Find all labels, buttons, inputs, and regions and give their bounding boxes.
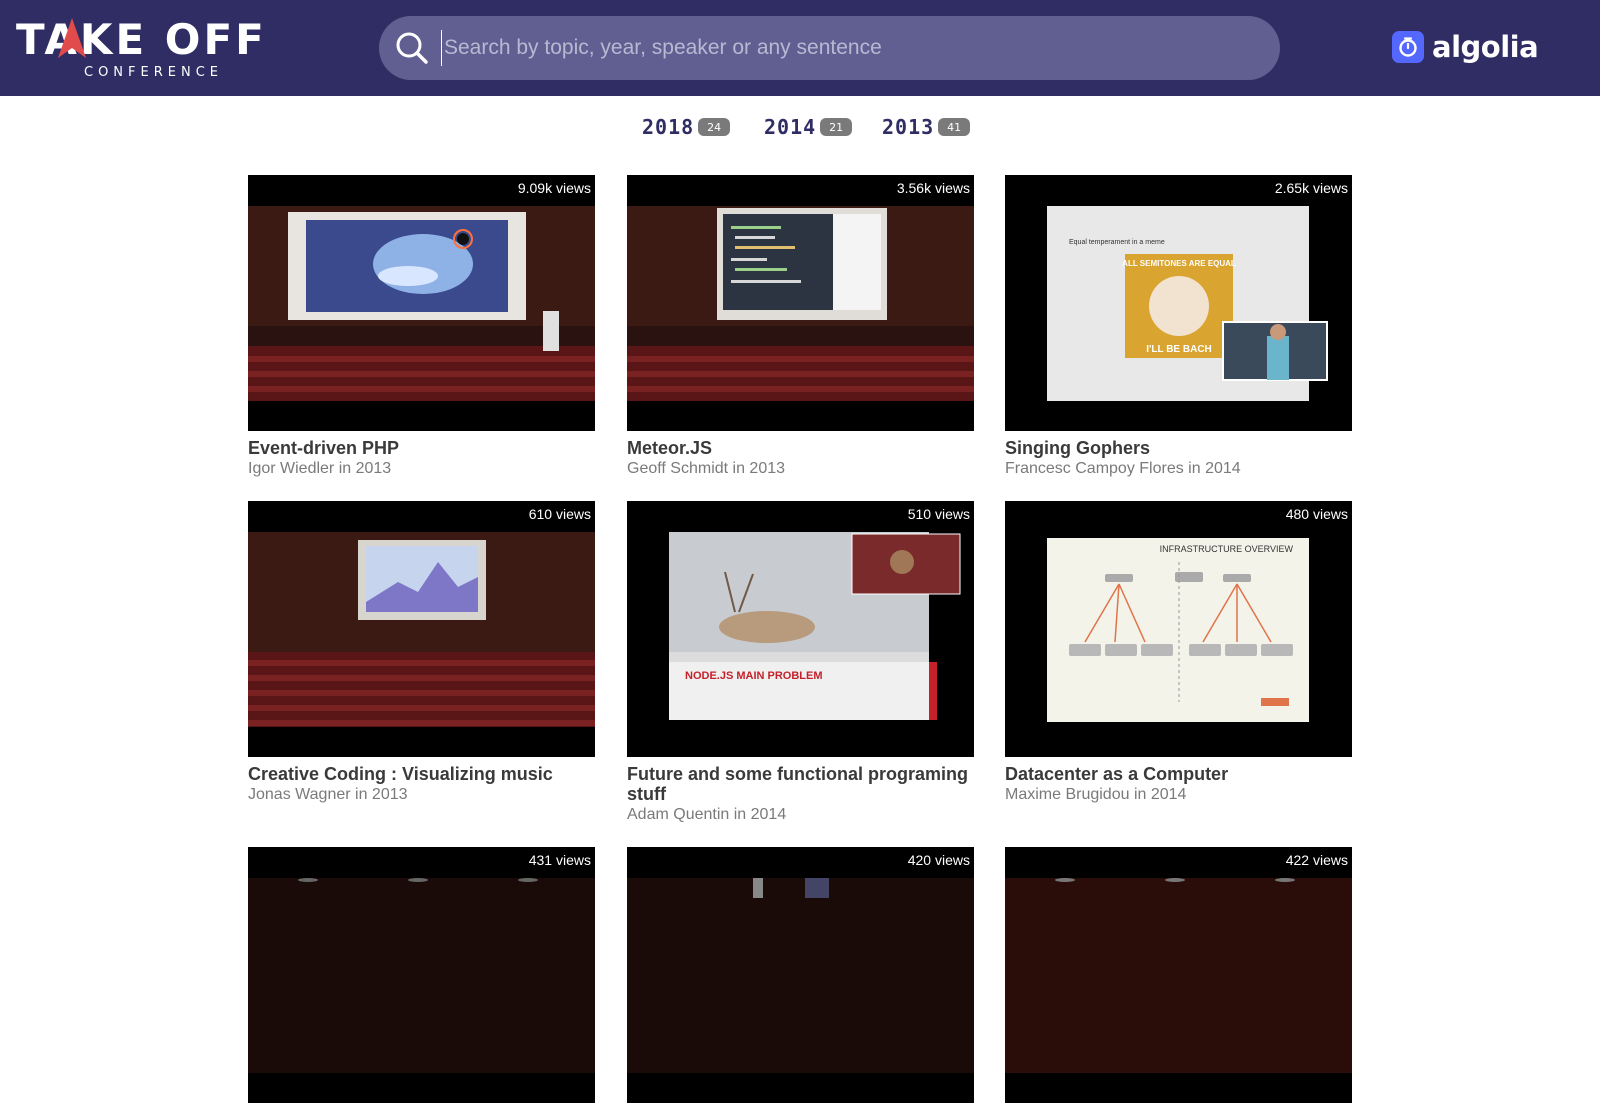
- auditorium-galaxy-image: [248, 206, 595, 401]
- auditorium-code-image: [627, 206, 974, 401]
- year-label: 2014: [764, 115, 817, 139]
- view-count: 610 views: [528, 506, 591, 522]
- algolia-wordmark: algolia: [1432, 30, 1539, 64]
- talk-title[interactable]: Datacenter as a Computer: [1005, 764, 1352, 784]
- talk-thumbnail[interactable]: 422 views: [1005, 847, 1352, 1103]
- dark-stage-image: [1005, 878, 1352, 1073]
- dark-stage-image: [248, 878, 595, 1073]
- talk-thumbnail[interactable]: 610 views: [248, 501, 595, 757]
- slide-caption-bottom: I'LL BE BACH: [1146, 344, 1212, 355]
- talk-title[interactable]: Creative Coding : Visualizing music: [248, 764, 595, 784]
- logo-main-text: TAKE OFF: [16, 15, 267, 64]
- view-count: 2.65k views: [1274, 180, 1348, 196]
- slide-infra-image: INFRASTRUCTURE OVERVIEW: [1005, 532, 1352, 727]
- year-filter-2018[interactable]: 2018 24: [642, 112, 731, 142]
- view-count: 480 views: [1285, 506, 1348, 522]
- talk-title[interactable]: Meteor.JS: [627, 438, 974, 458]
- takeoff-logo-mark: TAKE OFF CONFERENCE: [16, 15, 267, 80]
- talk-speaker-year: Igor Wiedler in 2013: [248, 460, 392, 477]
- talk-title[interactable]: Singing Gophers: [1005, 438, 1352, 458]
- year-label: 2013: [882, 115, 935, 139]
- talk-thumbnail[interactable]: 9.09k views: [248, 175, 595, 431]
- talk-thumbnail[interactable]: Equal temperament in a meme ALL SEMITONE…: [1005, 175, 1352, 431]
- talk-thumbnail[interactable]: 420 views: [627, 847, 974, 1103]
- talk-title[interactable]: Event-driven PHP: [248, 438, 595, 458]
- search-input[interactable]: [441, 30, 1261, 66]
- search-bar[interactable]: [379, 16, 1280, 80]
- slide-deer-image: NODE.JS MAIN PROBLEM: [627, 532, 974, 727]
- talk-title[interactable]: Future and some functional programing st…: [627, 764, 974, 804]
- stopwatch-icon: [1392, 31, 1424, 63]
- view-count: 431 views: [528, 852, 591, 868]
- talk-thumbnail[interactable]: 3.56k views: [627, 175, 974, 431]
- talk-speaker-year: Francesc Campoy Flores in 2014: [1005, 460, 1241, 477]
- year-filter-2013[interactable]: 2013 41: [882, 112, 971, 142]
- talk-speaker-year: Geoff Schmidt in 2013: [627, 460, 786, 477]
- view-count: 420 views: [907, 852, 970, 868]
- talk-speaker-year: Maxime Brugidou in 2014: [1005, 786, 1187, 803]
- year-filter-2014[interactable]: 2014 21: [764, 112, 853, 142]
- year-count-badge: 21: [820, 118, 853, 136]
- talk-thumbnail[interactable]: 431 views: [248, 847, 595, 1103]
- slide-heading: INFRASTRUCTURE OVERVIEW: [1160, 544, 1294, 554]
- year-label: 2018: [642, 115, 695, 139]
- view-count: 3.56k views: [896, 180, 970, 196]
- view-count: 510 views: [907, 506, 970, 522]
- slide-heading: Equal temperament in a meme: [1069, 239, 1165, 246]
- year-count-badge: 41: [938, 118, 971, 136]
- takeoff-logo[interactable]: TAKE OFF CONFERENCE: [16, 14, 300, 80]
- slide-caption: NODE.JS MAIN PROBLEM: [685, 670, 823, 682]
- talk-thumbnail[interactable]: NODE.JS MAIN PROBLEM 510 views: [627, 501, 974, 757]
- talk-thumbnail[interactable]: INFRASTRUCTURE OVERVIEW 480 views: [1005, 501, 1352, 757]
- year-count-badge: 24: [698, 118, 731, 136]
- year-filter: 2018 24 2014 21 2013 41: [0, 112, 1600, 142]
- talk-speaker-year: Jonas Wagner in 2013: [248, 786, 408, 803]
- view-count: 422 views: [1285, 852, 1348, 868]
- dark-stage-image: [627, 878, 974, 1073]
- logo-sub-text: CONFERENCE: [84, 65, 223, 80]
- top-header: TAKE OFF CONFERENCE algolia: [0, 0, 1600, 96]
- search-icon[interactable]: [395, 31, 429, 65]
- algolia-logo[interactable]: algolia: [1392, 30, 1539, 64]
- slide-caption-top: ALL SEMITONES ARE EQUAL: [1122, 259, 1236, 268]
- slide-bach-image: Equal temperament in a meme ALL SEMITONE…: [1005, 206, 1352, 401]
- auditorium-music-image: [248, 532, 595, 727]
- talk-speaker-year: Adam Quentin in 2014: [627, 806, 787, 823]
- view-count: 9.09k views: [517, 180, 591, 196]
